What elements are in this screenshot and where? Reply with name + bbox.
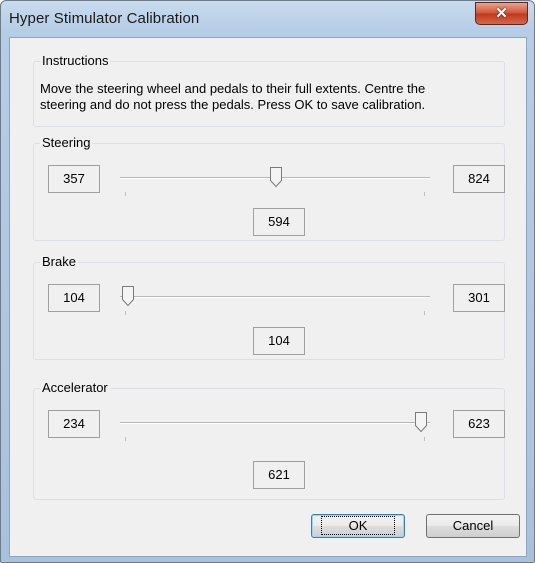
close-icon: ✕ (495, 5, 508, 22)
instructions-line-2: steering and do not press the pedals. Pr… (40, 97, 426, 112)
instructions-line-1: Move the steering wheel and pedals to th… (40, 81, 426, 96)
accelerator-slider-thumb[interactable] (414, 411, 428, 433)
steering-tick-min (125, 192, 126, 196)
accelerator-min-value: 234 (48, 410, 100, 438)
brake-min-value: 104 (48, 284, 100, 312)
accelerator-max-value: 623 (453, 410, 505, 438)
steering-slider-thumb[interactable] (269, 166, 283, 188)
cancel-button[interactable]: Cancel (426, 514, 520, 538)
close-button[interactable]: ✕ (475, 2, 528, 25)
brake-slider-thumb[interactable] (121, 285, 135, 307)
accelerator-legend: Accelerator (40, 380, 110, 396)
brake-slider[interactable] (120, 285, 430, 315)
steering-tick-max (424, 192, 425, 196)
accelerator-group: Accelerator 234 623 621 (33, 380, 505, 500)
dialog-client-area: Instructions Move the steering wheel and… (9, 37, 527, 557)
cancel-button-label: Cancel (452, 518, 494, 533)
steering-legend: Steering (40, 135, 93, 151)
steering-slider[interactable] (120, 166, 430, 196)
steering-min-value: 357 (48, 165, 100, 193)
steering-max-value: 824 (453, 165, 505, 193)
accelerator-current-value: 621 (253, 461, 305, 489)
instructions-legend: Instructions (40, 53, 111, 69)
ok-button-label: OK (320, 516, 396, 535)
brake-current-value: 104 (253, 327, 305, 355)
brake-group: Brake 104 301 104 (33, 254, 505, 360)
calibration-dialog: Hyper Stimulator Calibration ✕ Instructi… (0, 0, 535, 563)
brake-max-value: 301 (453, 284, 505, 312)
accelerator-tick-min (125, 437, 126, 441)
brake-tick-max (424, 311, 425, 315)
brake-tick-min (125, 311, 126, 315)
steering-group: Steering 357 824 594 (33, 135, 505, 241)
brake-slider-track (120, 296, 430, 298)
brake-legend: Brake (40, 254, 78, 270)
ok-button[interactable]: OK (311, 514, 405, 538)
instructions-group: Instructions Move the steering wheel and… (33, 53, 505, 127)
title-bar[interactable]: Hyper Stimulator Calibration ✕ (1, 1, 534, 37)
window-title: Hyper Stimulator Calibration (9, 10, 200, 27)
accelerator-slider[interactable] (120, 411, 430, 441)
accelerator-slider-track (120, 422, 430, 424)
instructions-text: Move the steering wheel and pedals to th… (40, 81, 520, 113)
steering-current-value: 594 (253, 208, 305, 236)
accelerator-tick-max (424, 437, 425, 441)
